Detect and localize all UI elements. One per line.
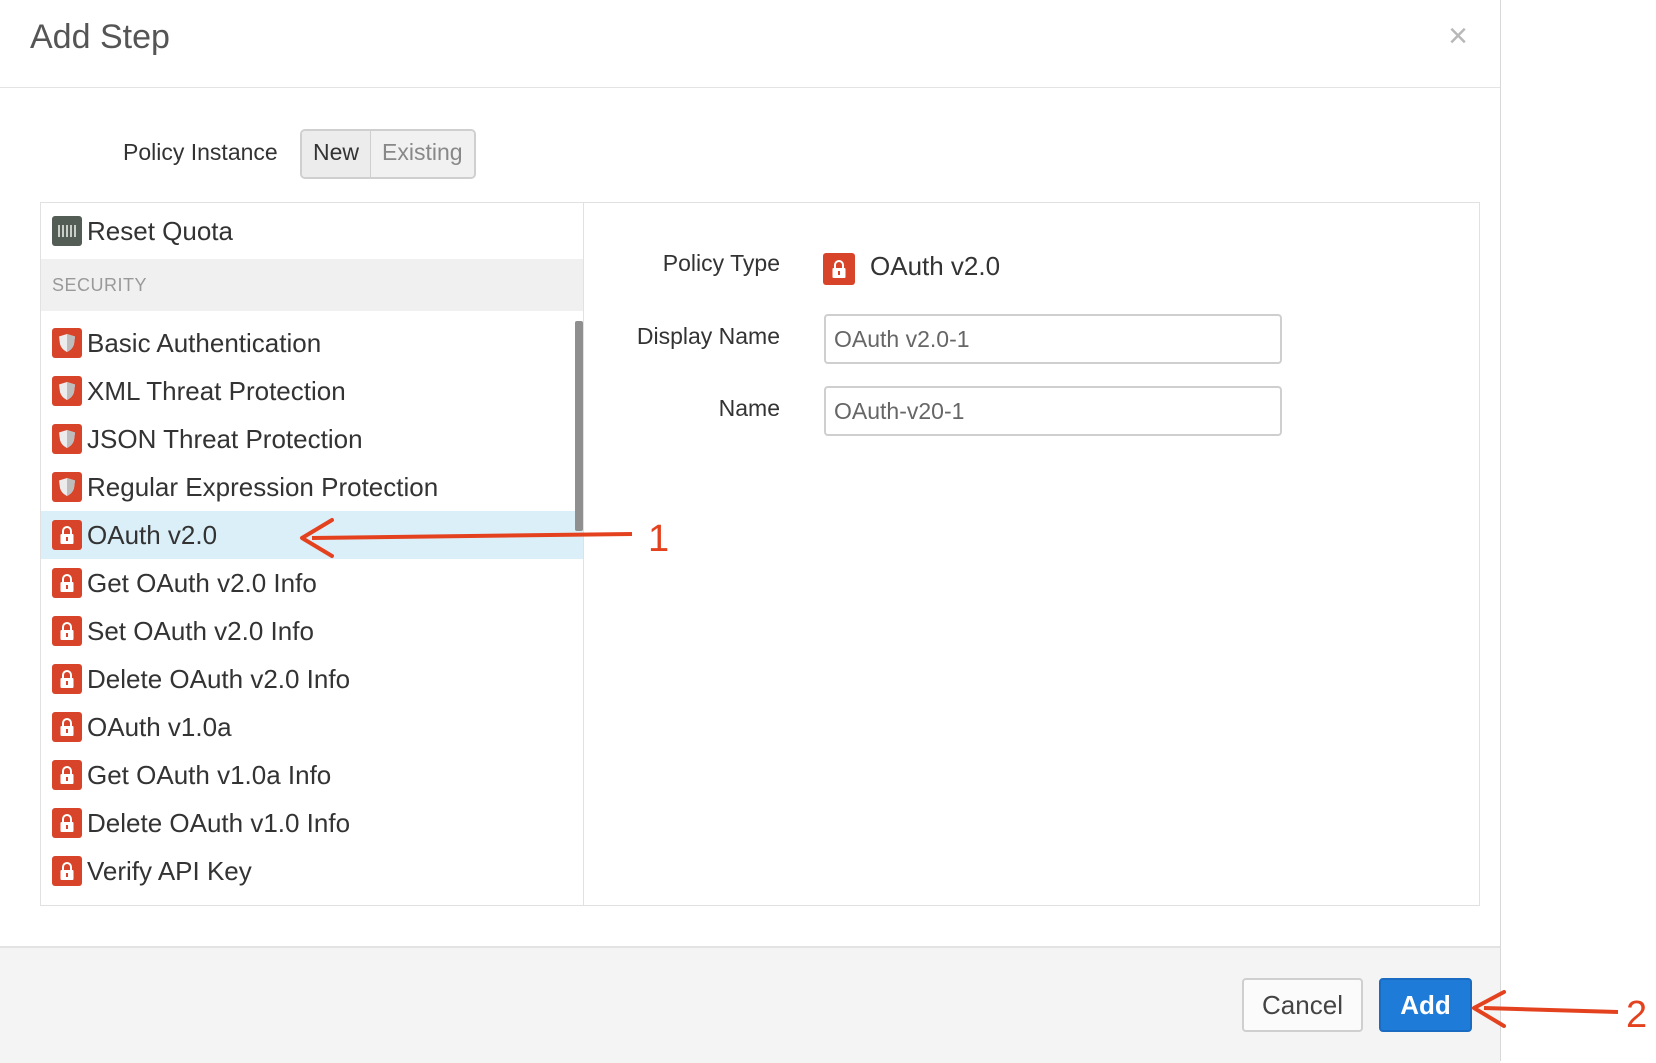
shield-icon	[52, 472, 82, 502]
policy-type-label: Policy Type	[662, 250, 780, 276]
policy-item-get-oauth-v1a-info[interactable]: Get OAuth v1.0a Info	[41, 751, 583, 799]
policy-item-label: XML Threat Protection	[87, 375, 346, 406]
close-icon[interactable]: ×	[1440, 16, 1476, 56]
policy-item-delete-oauth-v2-info[interactable]: Delete OAuth v2.0 Info	[41, 655, 583, 703]
policy-item-label: Delete OAuth v1.0 Info	[87, 807, 351, 838]
policy-item-label: JSON Threat Protection	[87, 423, 363, 454]
policy-item-label: Get OAuth v2.0 Info	[87, 567, 317, 598]
policy-item-label: Get OAuth v1.0a Info	[87, 759, 332, 790]
dialog-header: Add Step ×	[0, 0, 1500, 88]
lock-icon	[52, 808, 82, 838]
policy-item-label: Reset Quota	[87, 215, 233, 246]
policy-item-basic-authentication[interactable]: Basic Authentication	[41, 319, 583, 367]
policy-type-value: OAuth v2.0	[870, 251, 1001, 281]
policy-item-xml-threat-protection[interactable]: XML Threat Protection	[41, 367, 583, 415]
policy-item-label: Basic Authentication	[87, 327, 322, 358]
policy-item-set-oauth-v2-info[interactable]: Set OAuth v2.0 Info	[41, 607, 583, 655]
annotation-marker-1: 1	[648, 518, 670, 560]
policy-item-json-threat-protection[interactable]: JSON Threat Protection	[41, 415, 583, 463]
cancel-button[interactable]: Cancel	[1242, 978, 1363, 1032]
lock-icon	[823, 253, 855, 285]
lock-icon	[52, 664, 82, 694]
policy-item-label: Verify API Key	[87, 855, 252, 886]
policy-panel: Reset Quota SECURITY Basic Authenticatio…	[40, 202, 1480, 906]
policy-item-label: Delete OAuth v2.0 Info	[87, 663, 351, 694]
policy-item-reset-quota[interactable]: Reset Quota	[41, 207, 583, 255]
add-step-dialog: Add Step × Policy Instance New Existing …	[0, 0, 1501, 1063]
policy-list: Reset Quota SECURITY Basic Authenticatio…	[41, 203, 584, 905]
quota-icon	[52, 216, 82, 246]
policy-item-get-oauth-v2-info[interactable]: Get OAuth v2.0 Info	[41, 559, 583, 607]
policy-item-oauth-v1a[interactable]: OAuth v1.0a	[41, 703, 583, 751]
name-label: Name	[718, 395, 780, 421]
lock-icon	[52, 520, 82, 550]
policy-item-regular-expression-protection[interactable]: Regular Expression Protection	[41, 463, 583, 511]
lock-icon	[52, 760, 82, 790]
policy-item-oauth-v2[interactable]: OAuth v2.0	[41, 511, 583, 559]
policy-instance-existing-button[interactable]: Existing	[371, 131, 474, 177]
name-input[interactable]	[824, 386, 1282, 436]
lock-icon	[52, 568, 82, 598]
display-name-label: Display Name	[636, 323, 780, 349]
policy-item-label: OAuth v2.0	[87, 519, 218, 550]
dialog-title: Add Step	[30, 18, 170, 56]
shield-icon	[52, 328, 82, 358]
lock-icon	[52, 616, 82, 646]
policy-item-delete-oauth-v1-info[interactable]: Delete OAuth v1.0 Info	[41, 799, 583, 847]
policy-item-verify-api-key[interactable]: Verify API Key	[41, 847, 583, 895]
lock-icon	[52, 856, 82, 886]
policy-list-scrollbar[interactable]	[575, 321, 583, 531]
lock-icon	[52, 712, 82, 742]
policy-item-label: Set OAuth v2.0 Info	[87, 615, 314, 646]
policy-instance-label: Policy Instance	[123, 139, 278, 165]
add-button[interactable]: Add	[1379, 978, 1472, 1032]
policy-item-label: Regular Expression Protection	[87, 471, 439, 502]
policy-instance-new-button[interactable]: New	[302, 131, 372, 177]
shield-icon	[52, 376, 82, 406]
policy-item-label: OAuth v1.0a	[87, 711, 232, 742]
shield-icon	[52, 424, 82, 454]
annotation-marker-2: 2	[1626, 994, 1648, 1036]
section-header-security: SECURITY	[41, 259, 583, 311]
display-name-input[interactable]	[824, 314, 1282, 364]
policy-instance-toggle: New Existing	[300, 129, 476, 179]
